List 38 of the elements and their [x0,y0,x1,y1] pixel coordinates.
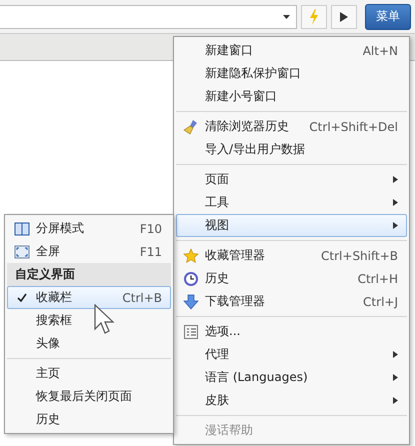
menu-item[interactable]: 收藏栏 Ctrl+B [7,286,171,309]
menu-item[interactable]: 视图 [176,214,407,237]
section-header: 自定义界面 [7,263,171,286]
mouse-cursor-icon [94,304,116,336]
menu-item[interactable]: 分屏模式 F10 [7,217,171,240]
menu-item[interactable]: 主页 [7,362,171,385]
menu-item[interactable]: 清除浏览器历史 Ctrl+Shift+Del [176,115,407,138]
menu-item[interactable]: 下载管理器 Ctrl+J [176,290,407,313]
menu-item[interactable]: 页面 [176,168,407,191]
address-field[interactable] [0,4,297,28]
split-screen-icon [14,220,30,236]
menu-item[interactable]: 选项... [176,320,407,343]
menu-item[interactable]: 工具 [176,191,407,214]
menu-item[interactable]: 新建隐私保护窗口 [176,62,407,85]
list-icon [183,324,199,340]
menu-item[interactable]: 历史 Ctrl+H [176,267,407,290]
menu-item[interactable]: 历史 [7,408,171,431]
fullscreen-icon [14,244,30,260]
star-icon [183,248,199,264]
menu-button[interactable]: 菜单 [365,4,411,30]
menu-item[interactable]: 头像 [7,332,171,355]
menu-item[interactable]: 皮肤 [176,389,407,412]
menu-item[interactable]: 语言 (Languages) [176,366,407,389]
menu-item[interactable]: 新建小号窗口 [176,85,407,108]
broom-icon [183,118,199,134]
play-button[interactable] [331,4,357,28]
menu-item[interactable]: 恢复最后关闭页面 [7,385,171,408]
menu-item[interactable]: 新建窗口 Alt+N [176,39,407,62]
clock-icon [183,270,199,286]
lightning-icon [309,8,319,24]
menu-item[interactable]: 收藏管理器 Ctrl+Shift+B [176,244,407,267]
menu-item[interactable]: 全屏 F11 [7,240,171,263]
menu-item[interactable]: 搜索框 [7,309,171,332]
dropdown-caret-icon[interactable] [283,14,290,18]
down-arrow-icon [183,294,199,310]
menu-item[interactable]: 代理 [176,343,407,366]
menu-item[interactable]: 导入/导出用户数据 [176,138,407,161]
play-icon [340,12,348,22]
